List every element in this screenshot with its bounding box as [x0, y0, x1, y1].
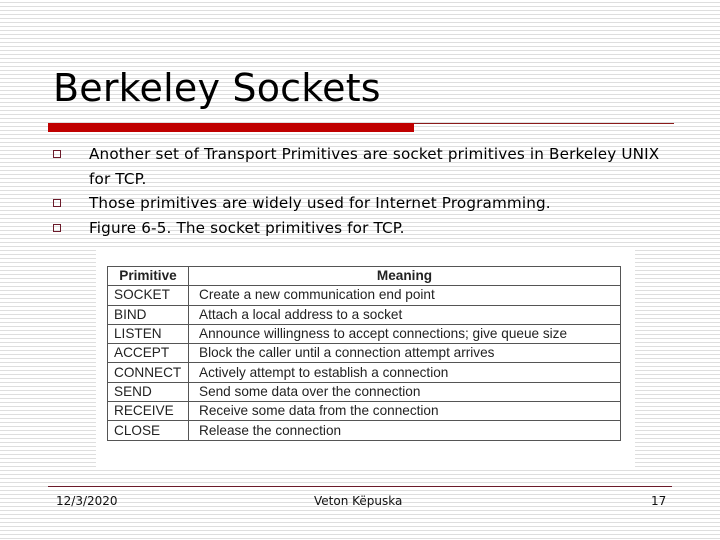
- hollow-square-bullet-icon: [53, 223, 61, 232]
- footer-date: 12/3/2020: [56, 494, 118, 508]
- primitive-cell: CONNECT: [107, 362, 189, 383]
- primitive-cell: RECEIVE: [107, 401, 189, 422]
- meaning-cell: Release the connection: [188, 420, 621, 441]
- meaning-cell: Announce willingness to accept connectio…: [188, 323, 621, 345]
- bullet-list: Another set of Transport Primitives are …: [53, 142, 673, 240]
- primitive-cell: LISTEN: [107, 323, 189, 345]
- meaning-cell: Receive some data from the connection: [188, 401, 621, 422]
- meaning-cell: Create a new communication end point: [188, 285, 621, 306]
- socket-primitives-figure: Primitive Meaning SOCKET Create a new co…: [96, 250, 635, 467]
- primitive-cell: SEND: [107, 381, 189, 403]
- bullet-text: Figure 6-5. The socket primitives for TC…: [89, 218, 405, 237]
- bullet-item: Another set of Transport Primitives are …: [53, 142, 673, 191]
- title-underline: [414, 123, 674, 124]
- table-row: SEND Send some data over the connection: [107, 381, 621, 403]
- column-header-primitive: Primitive: [107, 265, 189, 287]
- hollow-square-bullet-icon: [53, 199, 61, 207]
- footer-page-number: 17: [651, 494, 667, 508]
- slide-title: Berkeley Sockets: [53, 66, 381, 110]
- bullet-text: Those primitives are widely used for Int…: [89, 194, 551, 212]
- table-row: CLOSE Release the connection: [107, 420, 621, 441]
- hollow-square-bullet-icon: [53, 150, 61, 158]
- table-row: SOCKET Create a new communication end po…: [107, 285, 621, 306]
- primitive-cell: BIND: [107, 304, 189, 325]
- meaning-cell: Actively attempt to establish a connecti…: [188, 362, 621, 383]
- footer-author: Veton Këpuska: [314, 494, 403, 508]
- meaning-cell: Attach a local address to a socket: [188, 304, 621, 325]
- column-header-meaning: Meaning: [188, 265, 621, 287]
- table-header-row: Primitive Meaning: [107, 265, 621, 287]
- footer-divider: [48, 486, 672, 487]
- socket-primitives-table: Primitive Meaning SOCKET Create a new co…: [107, 265, 621, 441]
- bullet-item: Those primitives are widely used for Int…: [53, 191, 673, 216]
- primitive-cell: ACCEPT: [107, 343, 189, 364]
- meaning-cell: Send some data over the connection: [188, 381, 621, 403]
- bullet-item: Figure 6-5. The socket primitives for TC…: [53, 216, 673, 241]
- table-row: RECEIVE Receive some data from the conne…: [107, 401, 621, 422]
- table-row: BIND Attach a local address to a socket: [107, 304, 621, 325]
- table-row: CONNECT Actively attempt to establish a …: [107, 362, 621, 383]
- bullet-text: Another set of Transport Primitives are …: [89, 145, 660, 188]
- primitive-cell: SOCKET: [107, 285, 189, 306]
- primitive-cell: CLOSE: [107, 420, 189, 441]
- table-row: ACCEPT Block the caller until a connecti…: [107, 343, 621, 364]
- table-row: LISTEN Announce willingness to accept co…: [107, 323, 621, 345]
- title-accent-bar: [48, 123, 414, 132]
- meaning-cell: Block the caller until a connection atte…: [188, 343, 621, 364]
